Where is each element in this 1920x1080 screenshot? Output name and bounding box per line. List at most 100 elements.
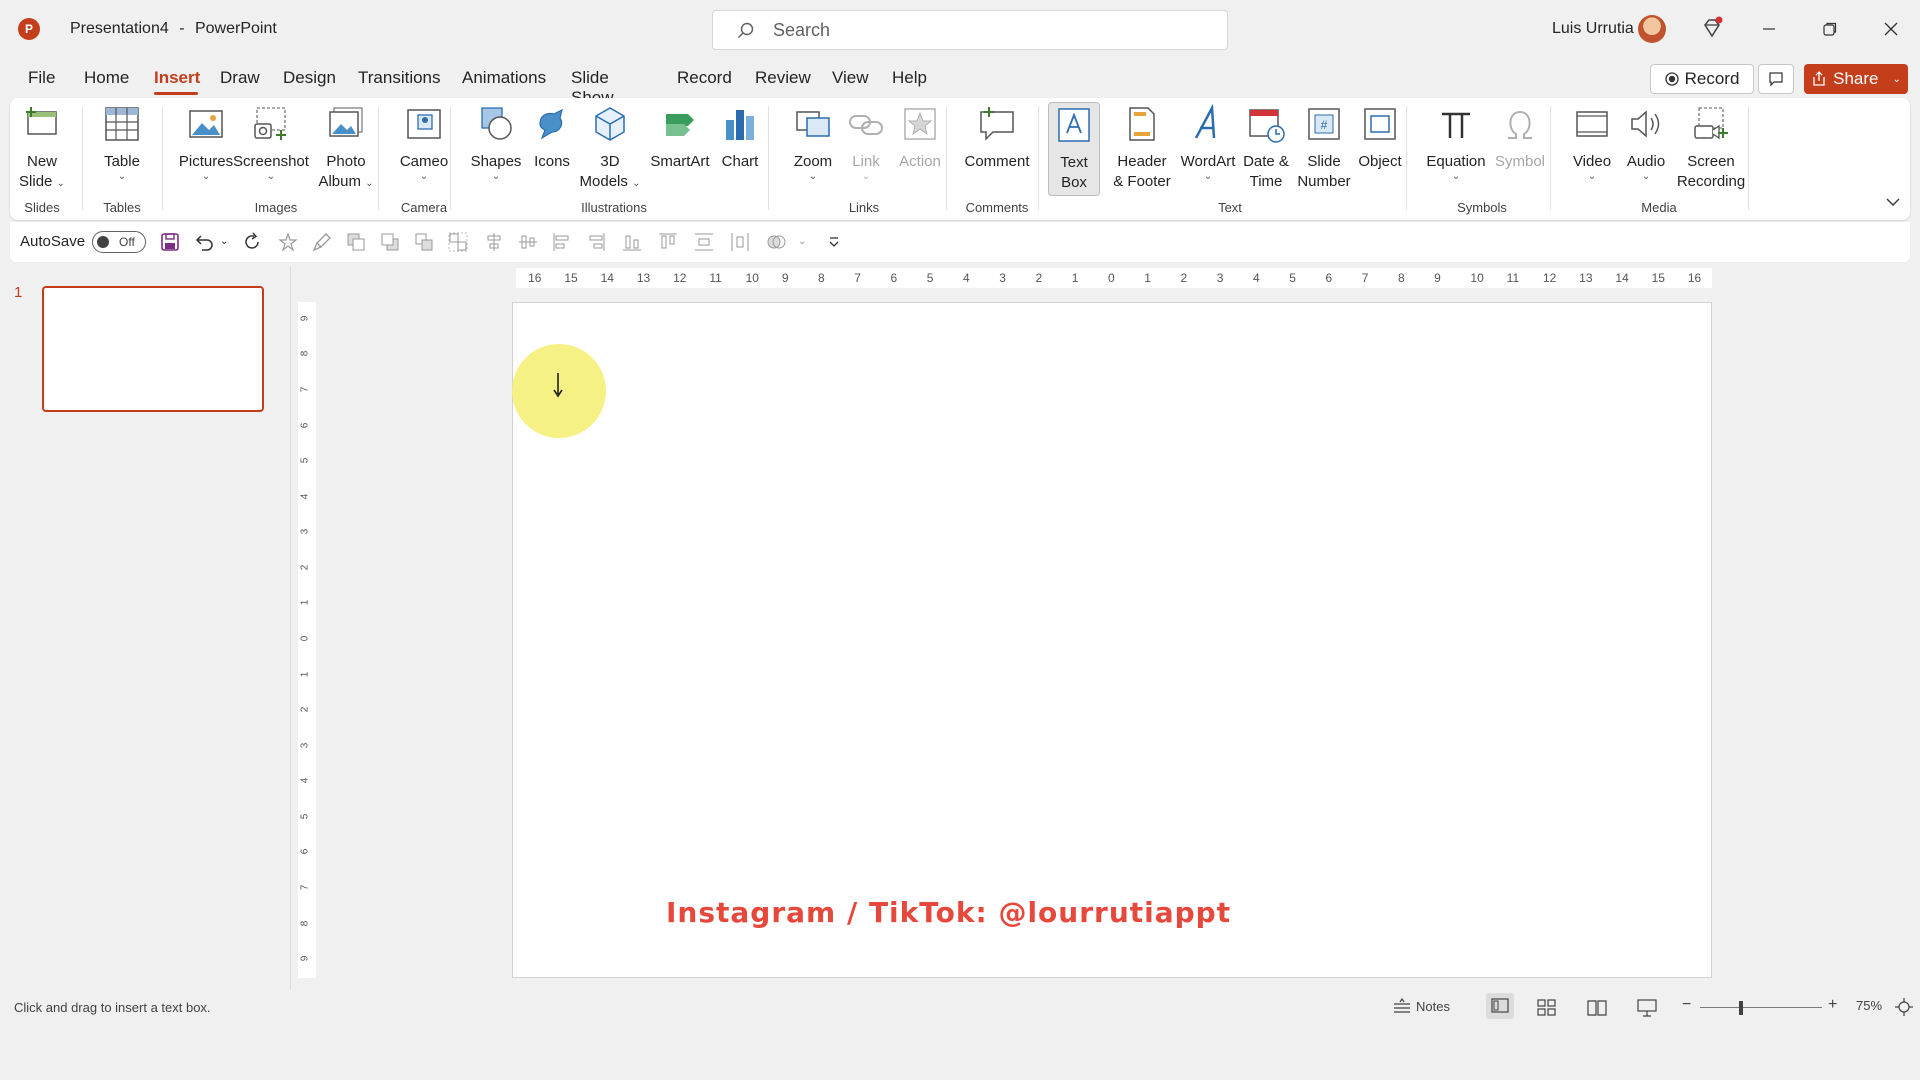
collapse-ribbon-icon[interactable] (1886, 194, 1900, 212)
chart-button[interactable]: Chart (710, 104, 770, 172)
autosave-state: Off (119, 235, 135, 249)
tab-home[interactable]: Home (84, 68, 129, 88)
zoom-slider-thumb[interactable] (1739, 1001, 1743, 1015)
premium-diamond-icon[interactable] (1700, 16, 1724, 40)
align-right-icon[interactable] (586, 232, 606, 252)
distribute-horizontally-icon[interactable] (730, 232, 750, 252)
chevron-down-icon: ⌄ (808, 171, 818, 182)
icons-button[interactable]: Icons (522, 104, 582, 172)
record-button[interactable]: Record (1650, 64, 1754, 94)
undo-icon[interactable] (194, 232, 214, 252)
equation-label: Equation (1426, 153, 1486, 170)
tab-record[interactable]: Record (677, 68, 732, 88)
ruler-tick-label: 4 (1252, 271, 1260, 285)
minimize-icon[interactable] (1746, 12, 1792, 46)
normal-view-button[interactable] (1486, 993, 1514, 1019)
zoom-button[interactable]: Zoom ⌄ (780, 104, 846, 182)
distribute-vertically-icon[interactable] (694, 232, 714, 252)
user-name[interactable]: Luis Urrutia (1552, 20, 1634, 38)
redo-icon[interactable] (242, 232, 262, 252)
slide-show-view-icon[interactable] (1636, 998, 1658, 1021)
tab-file[interactable]: File (28, 68, 55, 88)
align-center-icon[interactable] (484, 232, 504, 252)
avatar[interactable] (1638, 15, 1666, 43)
omega-icon (1508, 110, 1532, 139)
favorite-star-icon[interactable] (278, 232, 298, 252)
ruler-tick-label: 12 (1542, 271, 1557, 285)
slide-number-button[interactable]: # Slide Number (1292, 104, 1356, 192)
ruler-tick-label: 1 (1071, 271, 1079, 285)
tab-help[interactable]: Help (892, 68, 927, 88)
text-box-button[interactable]: Text Box (1048, 102, 1100, 196)
smartart-button[interactable]: SmartArt (640, 104, 720, 172)
ruler-tick-label: 10 (1470, 271, 1484, 285)
share-button[interactable]: Share ⌄ (1804, 64, 1908, 94)
3d-models-button[interactable]: 3D Models ⌄ (574, 104, 646, 192)
ruler-tick-label: 6 (299, 422, 311, 428)
customize-toolbar-icon[interactable] (824, 232, 844, 252)
search-icon (737, 22, 754, 39)
ruler-tick-label: 9 (1434, 271, 1441, 285)
restore-icon[interactable] (1807, 12, 1853, 46)
align-top-icon[interactable] (658, 232, 678, 252)
screen-recording-button[interactable]: Screen Recording (1666, 104, 1756, 192)
send-to-back-icon[interactable] (414, 232, 434, 252)
comment-button[interactable]: Comment (956, 104, 1038, 172)
tab-review[interactable]: Review (755, 68, 811, 88)
ruler-tick-label: 2 (299, 706, 311, 713)
video-button[interactable]: Video ⌄ (1562, 104, 1622, 182)
align-middle-icon[interactable] (518, 232, 538, 252)
group-divider (162, 106, 163, 210)
align-bottom-icon[interactable] (622, 232, 642, 252)
group-label-comments: Comments (965, 200, 1029, 215)
search-input[interactable]: Search (712, 10, 1228, 50)
3d-cube-icon (595, 107, 625, 141)
tab-transitions[interactable]: Transitions (358, 68, 441, 88)
slide-thumbnail[interactable] (42, 286, 264, 412)
pi-icon (1442, 112, 1470, 138)
tab-draw[interactable]: Draw (220, 68, 260, 88)
tab-insert[interactable]: Insert (154, 68, 200, 88)
zoom-in-button[interactable]: + (1828, 996, 1837, 1014)
slide-sorter-icon[interactable] (1536, 998, 1558, 1021)
save-icon[interactable] (160, 232, 180, 252)
tab-animations[interactable]: Animations (462, 68, 546, 88)
format-painter-icon[interactable] (312, 232, 332, 252)
action-button[interactable]: Action (892, 104, 948, 172)
table-button[interactable]: Table ⌄ (94, 104, 150, 182)
reading-view-icon[interactable] (1586, 998, 1608, 1021)
fit-to-window-icon[interactable] (1894, 997, 1914, 1020)
object-button[interactable]: Object (1348, 104, 1412, 172)
group-objects-icon[interactable] (448, 232, 468, 252)
symbol-button[interactable]: Symbol (1490, 104, 1550, 172)
share-dropdown-icon[interactable]: ⌄ (1892, 74, 1900, 85)
merge-dropdown-icon[interactable]: ⌄ (798, 236, 818, 256)
notes-button[interactable]: Notes (1392, 998, 1450, 1014)
smartart-icon (666, 114, 694, 136)
bring-forward-icon[interactable] (346, 232, 366, 252)
screenshot-button[interactable]: Screenshot ⌄ (226, 104, 316, 182)
text-box-label-2: Box (1061, 174, 1087, 191)
tab-design[interactable]: Design (283, 68, 336, 88)
tab-view[interactable]: View (832, 68, 869, 88)
autosave-toggle[interactable]: Off (92, 231, 146, 253)
align-left-icon[interactable] (552, 232, 572, 252)
notes-label: Notes (1416, 998, 1450, 1014)
comments-button[interactable] (1758, 64, 1794, 94)
slide-canvas[interactable] (512, 302, 1712, 978)
photo-album-button[interactable]: Photo Album ⌄ (310, 104, 382, 192)
text-insert-cursor-icon (552, 372, 564, 403)
date-time-button[interactable]: Date & Time (1232, 104, 1300, 192)
merge-shapes-icon[interactable] (766, 232, 786, 252)
new-slide-button[interactable]: New Slide ⌄ (18, 104, 66, 192)
zoom-out-button[interactable]: − (1682, 996, 1691, 1014)
undo-dropdown-icon[interactable]: ⌄ (220, 236, 240, 256)
link-button[interactable]: Link ⌄ (840, 104, 892, 182)
chevron-down-icon: ⌄ (491, 171, 501, 182)
close-icon[interactable] (1868, 12, 1914, 46)
speaker-icon (1631, 110, 1660, 138)
send-backward-icon[interactable] (380, 232, 400, 252)
zoom-slider[interactable] (1700, 1007, 1822, 1008)
zoom-level[interactable]: 75% (1856, 998, 1882, 1013)
equation-button[interactable]: Equation ⌄ (1414, 104, 1498, 182)
